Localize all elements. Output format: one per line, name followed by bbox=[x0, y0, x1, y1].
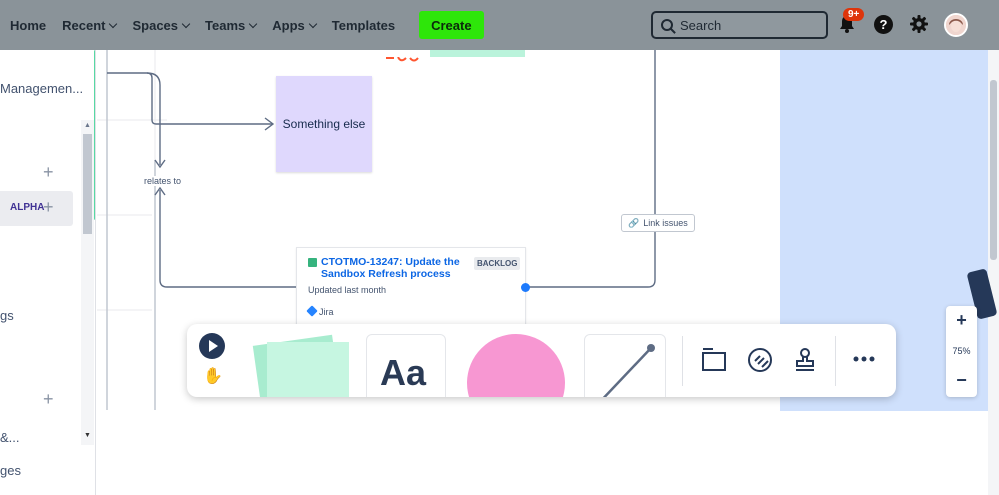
nav-teams-label: Teams bbox=[205, 17, 246, 33]
selection-edge bbox=[94, 50, 95, 220]
nav-recent[interactable]: Recent bbox=[62, 17, 118, 33]
avatar-portrait-icon bbox=[946, 15, 966, 35]
connector-handle[interactable] bbox=[521, 283, 530, 292]
nav-spaces[interactable]: Spaces bbox=[132, 17, 191, 33]
line-tool-icon bbox=[602, 344, 655, 397]
sidebar-item-ges[interactable]: ges bbox=[0, 463, 21, 478]
line-tool[interactable] bbox=[584, 334, 666, 397]
add-icon[interactable]: + bbox=[43, 162, 54, 183]
select-tool[interactable] bbox=[199, 333, 225, 359]
sidebar-scrollbar[interactable]: ▲ ▼ bbox=[81, 120, 94, 445]
sidebar-item-management[interactable]: Managemen... bbox=[0, 81, 83, 96]
sticky-note-text: Something else bbox=[282, 117, 366, 131]
sticky-note-green-top[interactable] bbox=[430, 50, 525, 57]
create-button[interactable]: Create bbox=[419, 11, 484, 39]
updated-text: Updated last month bbox=[308, 285, 387, 295]
jira-issue-title[interactable]: CTOTMO-13247: Update the Sandbox Refresh… bbox=[321, 256, 461, 280]
nav-apps[interactable]: Apps bbox=[272, 17, 318, 33]
connector-label[interactable]: relates to bbox=[144, 176, 182, 186]
sticky-front bbox=[267, 342, 349, 397]
left-sidebar: Managemen... + ALPHA + gs + &... ges ▲ ▼ bbox=[0, 50, 96, 495]
chevron-down-icon bbox=[308, 19, 318, 28]
jira-issue-card[interactable]: CTOTMO-13247: Update the Sandbox Refresh… bbox=[296, 247, 526, 327]
stamp-icon[interactable] bbox=[792, 346, 818, 372]
sidebar-item-alpha[interactable]: ALPHA + bbox=[0, 191, 73, 226]
more-icon[interactable] bbox=[852, 354, 876, 364]
canvas-scroll-thumb[interactable] bbox=[990, 80, 997, 260]
shape-tool[interactable] bbox=[467, 334, 565, 397]
creation-toolbar: ✋ Aa bbox=[187, 324, 896, 397]
story-type-icon bbox=[308, 258, 317, 267]
link-icon: 🔗 bbox=[628, 217, 640, 228]
nav-templates[interactable]: Templates bbox=[332, 18, 395, 33]
sidebar-item-amp[interactable]: &... bbox=[0, 430, 20, 445]
text-tool[interactable]: Aa bbox=[366, 334, 446, 397]
sidebar-item-gs[interactable]: gs bbox=[0, 308, 14, 323]
nav-teams[interactable]: Teams bbox=[205, 17, 258, 33]
zoom-control: + 75% − bbox=[946, 306, 977, 397]
search-placeholder: Search bbox=[680, 17, 722, 33]
shape-fragment-icon bbox=[386, 50, 426, 62]
nav-templates-label: Templates bbox=[331, 17, 396, 33]
search-input[interactable]: Search bbox=[651, 11, 828, 39]
add-icon[interactable]: + bbox=[43, 197, 54, 218]
hand-tool-icon[interactable]: ✋ bbox=[203, 366, 223, 386]
jira-import-icon[interactable] bbox=[746, 346, 774, 374]
chevron-down-icon bbox=[249, 19, 258, 28]
chevron-down-icon bbox=[181, 19, 191, 28]
toolbar-divider bbox=[835, 336, 836, 386]
sticky-note-tool[interactable] bbox=[252, 334, 349, 397]
nav-spaces-label: Spaces bbox=[132, 17, 179, 33]
canvas-scrollbar[interactable] bbox=[988, 50, 999, 495]
zoom-level: 75% bbox=[952, 346, 971, 356]
zoom-out-button[interactable]: − bbox=[946, 370, 977, 391]
gear-icon[interactable] bbox=[909, 14, 929, 34]
status-badge: BACKLOG bbox=[474, 257, 521, 270]
cursor-icon bbox=[209, 340, 218, 352]
add-icon[interactable]: + bbox=[43, 389, 54, 410]
frame-icon[interactable] bbox=[701, 346, 727, 372]
zoom-in-button[interactable]: + bbox=[946, 310, 977, 331]
nav-home-label: Home bbox=[10, 17, 47, 33]
nav-apps-label: Apps bbox=[272, 17, 305, 33]
nav-home[interactable]: Home bbox=[10, 18, 46, 33]
sticky-note[interactable]: Something else bbox=[276, 76, 372, 172]
nav-recent-label: Recent bbox=[62, 17, 106, 33]
notifications-badge: 9+ bbox=[843, 8, 865, 21]
chevron-down-icon bbox=[109, 19, 118, 28]
jira-icon bbox=[306, 305, 318, 317]
avatar[interactable] bbox=[944, 13, 968, 37]
create-button-label: Create bbox=[431, 17, 472, 33]
link-issues-label: Link issues bbox=[643, 218, 688, 228]
sidebar-scroll-thumb[interactable] bbox=[83, 134, 92, 234]
source-label: Jira bbox=[319, 307, 334, 317]
help-icon[interactable]: ? bbox=[874, 15, 893, 34]
scroll-down-icon[interactable]: ▼ bbox=[84, 432, 91, 439]
toolbar-divider bbox=[682, 336, 683, 386]
search-icon bbox=[661, 19, 673, 31]
link-issues-button[interactable]: 🔗 Link issues bbox=[621, 214, 695, 232]
text-tool-icon: Aa bbox=[380, 352, 427, 393]
alpha-badge: ALPHA bbox=[10, 202, 45, 213]
scroll-up-icon[interactable]: ▲ bbox=[84, 122, 91, 129]
